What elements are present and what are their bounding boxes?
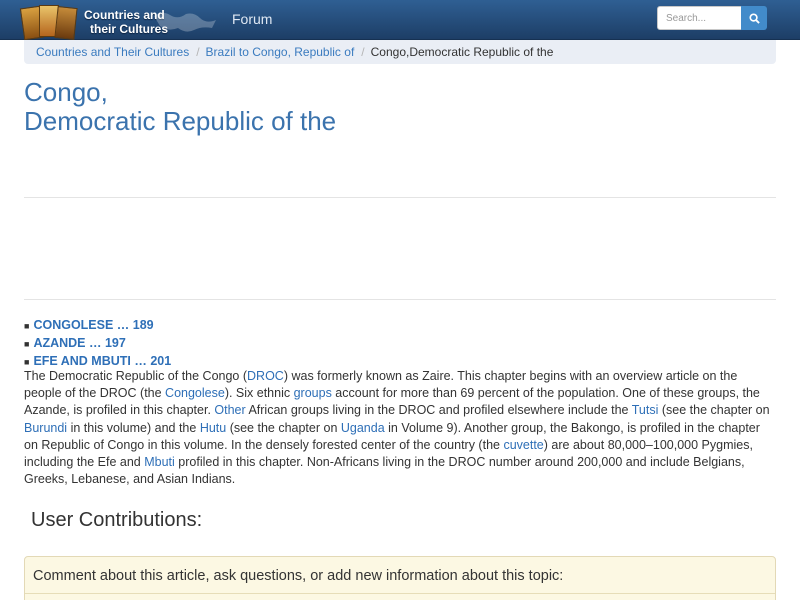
article-text: African groups living in the DROC and pr…: [245, 403, 632, 418]
search-button[interactable]: [741, 6, 767, 30]
breadcrumb-separator: /: [196, 45, 200, 59]
list-item: ■ CONGOLESE … 189: [24, 317, 171, 335]
breadcrumb-separator: /: [361, 45, 365, 59]
list-item: ■ AZANDE … 197: [24, 335, 171, 353]
toc-link-azande[interactable]: AZANDE … 197: [33, 336, 125, 350]
user-contributions-heading: User Contributions:: [31, 509, 203, 531]
breadcrumb-current: Congo,Democratic Republic of the: [370, 45, 554, 59]
article-link-burundi[interactable]: Burundi: [24, 421, 67, 435]
article-link-cuvette[interactable]: cuvette: [503, 438, 543, 452]
breadcrumb-link-countries[interactable]: Countries and Their Cultures: [36, 45, 189, 59]
comment-panel-heading: Comment about this article, ask question…: [33, 568, 564, 584]
article-text: (see the chapter on: [226, 420, 341, 435]
page-title: Congo, Democratic Republic of the: [24, 78, 336, 136]
top-navbar: Countries and their Cultures Forum: [0, 0, 800, 41]
article-text: ). Six ethnic: [224, 386, 294, 401]
article-text: in this volume) and the: [67, 420, 200, 435]
article-link-groups[interactable]: groups: [294, 386, 332, 400]
forum-link[interactable]: Forum: [232, 11, 272, 27]
article-link-droc[interactable]: DROC: [247, 369, 284, 383]
search-input[interactable]: [657, 6, 742, 30]
chapter-contents-list: ■ CONGOLESE … 189 ■ AZANDE … 197 ■ EFE AND …: [24, 317, 171, 371]
breadcrumb: Countries and Their Cultures / Brazil to C…: [24, 40, 776, 64]
toc-link-efe-mbuti[interactable]: EFE AND MBUTI … 201: [33, 354, 171, 368]
article-body: The Democratic Republic of the Congo (DR…: [24, 368, 776, 488]
article-text: The Democratic Republic of the Congo (: [24, 369, 248, 383]
article-text: (see the chapter on: [658, 403, 770, 418]
article-link-congolese[interactable]: Congolese: [165, 386, 225, 400]
logo-picture-tile: [54, 6, 78, 40]
article-link-uganda[interactable]: Uganda: [341, 421, 385, 435]
search-icon: [748, 12, 760, 24]
comment-panel-divider: [25, 593, 775, 594]
advertisement-slot: [24, 197, 776, 300]
toc-link-congolese[interactable]: CONGOLESE … 189: [33, 318, 153, 332]
page-title-line-1: Congo,: [24, 77, 108, 107]
world-map-decoration: [154, 12, 216, 32]
article-link-mbuti[interactable]: Mbuti: [144, 455, 175, 469]
comment-panel: Comment about this article, ask question…: [24, 556, 776, 600]
breadcrumb-link-volume[interactable]: Brazil to Congo, Republic of: [206, 45, 355, 59]
article-link-other[interactable]: Other: [214, 403, 245, 417]
article-link-tutsi[interactable]: Tutsi: [632, 403, 659, 417]
article-link-hutu[interactable]: Hutu: [200, 421, 226, 435]
page-title-line-2: Democratic Republic of the: [24, 106, 337, 136]
